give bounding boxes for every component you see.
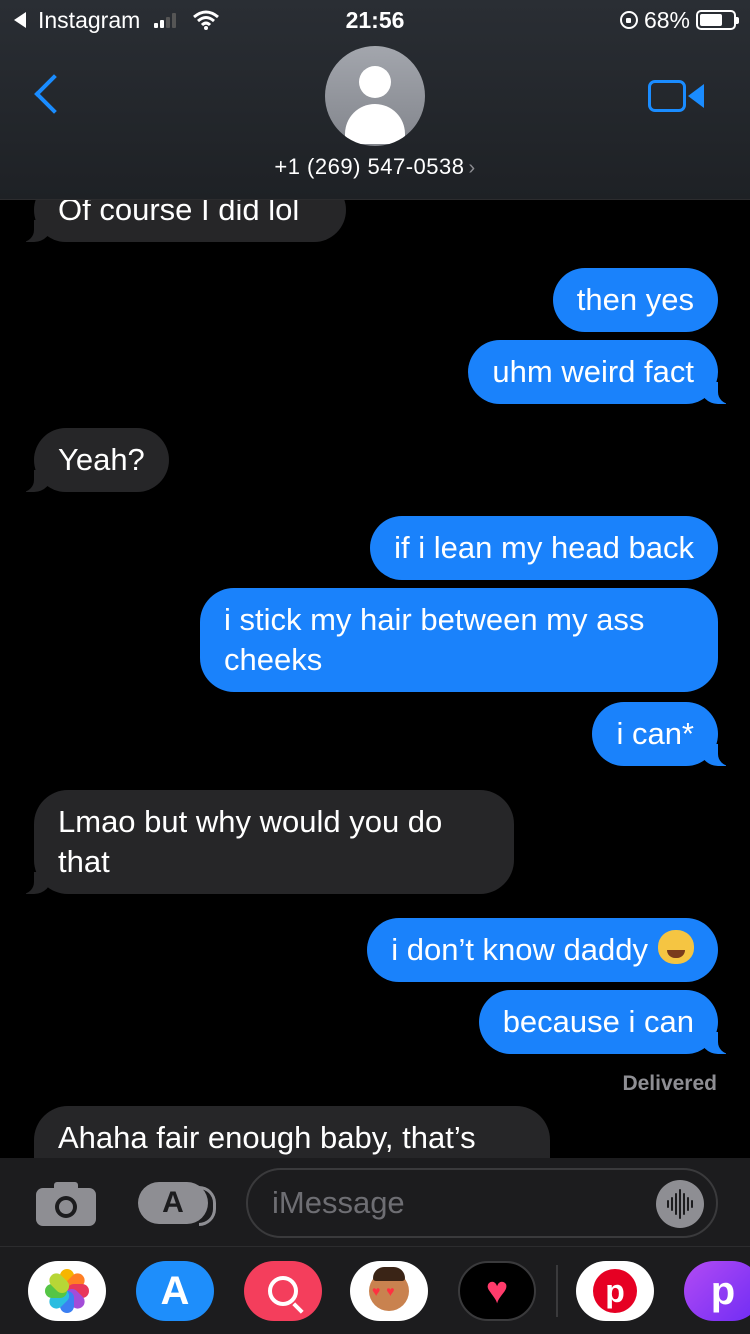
imessage-placeholder: iMessage [272, 1185, 405, 1220]
app-store-app-button[interactable]: A [136, 1261, 214, 1321]
battery-level [700, 14, 722, 26]
back-triangle-icon [14, 12, 26, 28]
pinterest-icon: p [593, 1269, 637, 1313]
delivered-status: Delivered [622, 1072, 717, 1095]
message-text: i don’t know daddy [391, 932, 648, 967]
back-app-label: Instagram [38, 6, 141, 33]
back-to-app[interactable]: Instagram [14, 7, 220, 34]
orientation-lock-icon [619, 11, 638, 29]
web-search-app-button[interactable] [244, 1261, 322, 1321]
status-bar: Instagram 21:56 68% [0, 0, 750, 40]
back-button[interactable] [30, 74, 64, 118]
contact-number: +1 (269) 547-0538 [274, 154, 465, 179]
status-right: 68% [619, 6, 739, 34]
apps-button[interactable]: A [138, 1182, 216, 1226]
camera-button[interactable] [36, 1180, 96, 1226]
web-search-icon [268, 1276, 298, 1306]
heart-app-icon: ♥ [485, 1270, 509, 1312]
picsart-icon: p [710, 1268, 736, 1313]
battery-percent: 68% [643, 6, 690, 33]
pinterest-app-button[interactable]: p [576, 1261, 654, 1321]
person-body-icon [345, 104, 405, 144]
photos-icon [28, 1261, 106, 1321]
joy-cat-emoji-icon [658, 930, 694, 964]
message-outgoing[interactable]: i don’t know daddy [367, 918, 718, 982]
message-outgoing[interactable]: uhm weird fact [468, 340, 732, 404]
chevron-right-icon: › [468, 157, 476, 179]
cellular-signal-icon [154, 12, 177, 28]
person-head-icon [359, 66, 391, 98]
heart-app-button[interactable]: ♥ [458, 1261, 536, 1321]
camera-lens-icon [55, 1196, 77, 1218]
imessage-input[interactable]: iMessage [246, 1168, 718, 1238]
message-incoming[interactable]: Yeah? [20, 428, 169, 492]
message-incoming[interactable]: Ahaha fair enough baby, that’s [34, 1106, 550, 1160]
photos-app-button[interactable] [28, 1261, 106, 1321]
app-store-icon: A [162, 1186, 184, 1219]
app-drawer: A ♥ p p [0, 1246, 750, 1334]
message-incoming[interactable]: Lmao but why would you do that [20, 790, 514, 894]
contact-avatar[interactable] [325, 46, 425, 146]
message-outgoing[interactable]: if i lean my head back [370, 516, 718, 580]
battery-icon [696, 10, 739, 30]
facetime-video-button[interactable] [648, 80, 704, 114]
message-outgoing[interactable]: because i can [478, 990, 733, 1054]
contact-name-button[interactable]: +1 (269) 547-0538 › [0, 154, 750, 180]
message-outgoing[interactable]: then yes [552, 268, 718, 332]
audio-message-button[interactable] [656, 1180, 704, 1228]
app-store-icon: A [160, 1268, 190, 1313]
video-lens-icon [688, 84, 704, 108]
drawer-divider [556, 1265, 558, 1317]
picsart-app-button[interactable]: p [684, 1261, 750, 1321]
memoji-app-button[interactable] [350, 1261, 428, 1321]
compose-bar: A iMessage [0, 1158, 750, 1246]
wifi-icon [193, 10, 220, 30]
video-camera-icon [648, 80, 686, 112]
message-outgoing[interactable]: i stick my hair between my ass cheeks [200, 588, 718, 692]
memoji-icon [369, 1267, 409, 1311]
message-outgoing[interactable]: i can* [592, 702, 732, 766]
